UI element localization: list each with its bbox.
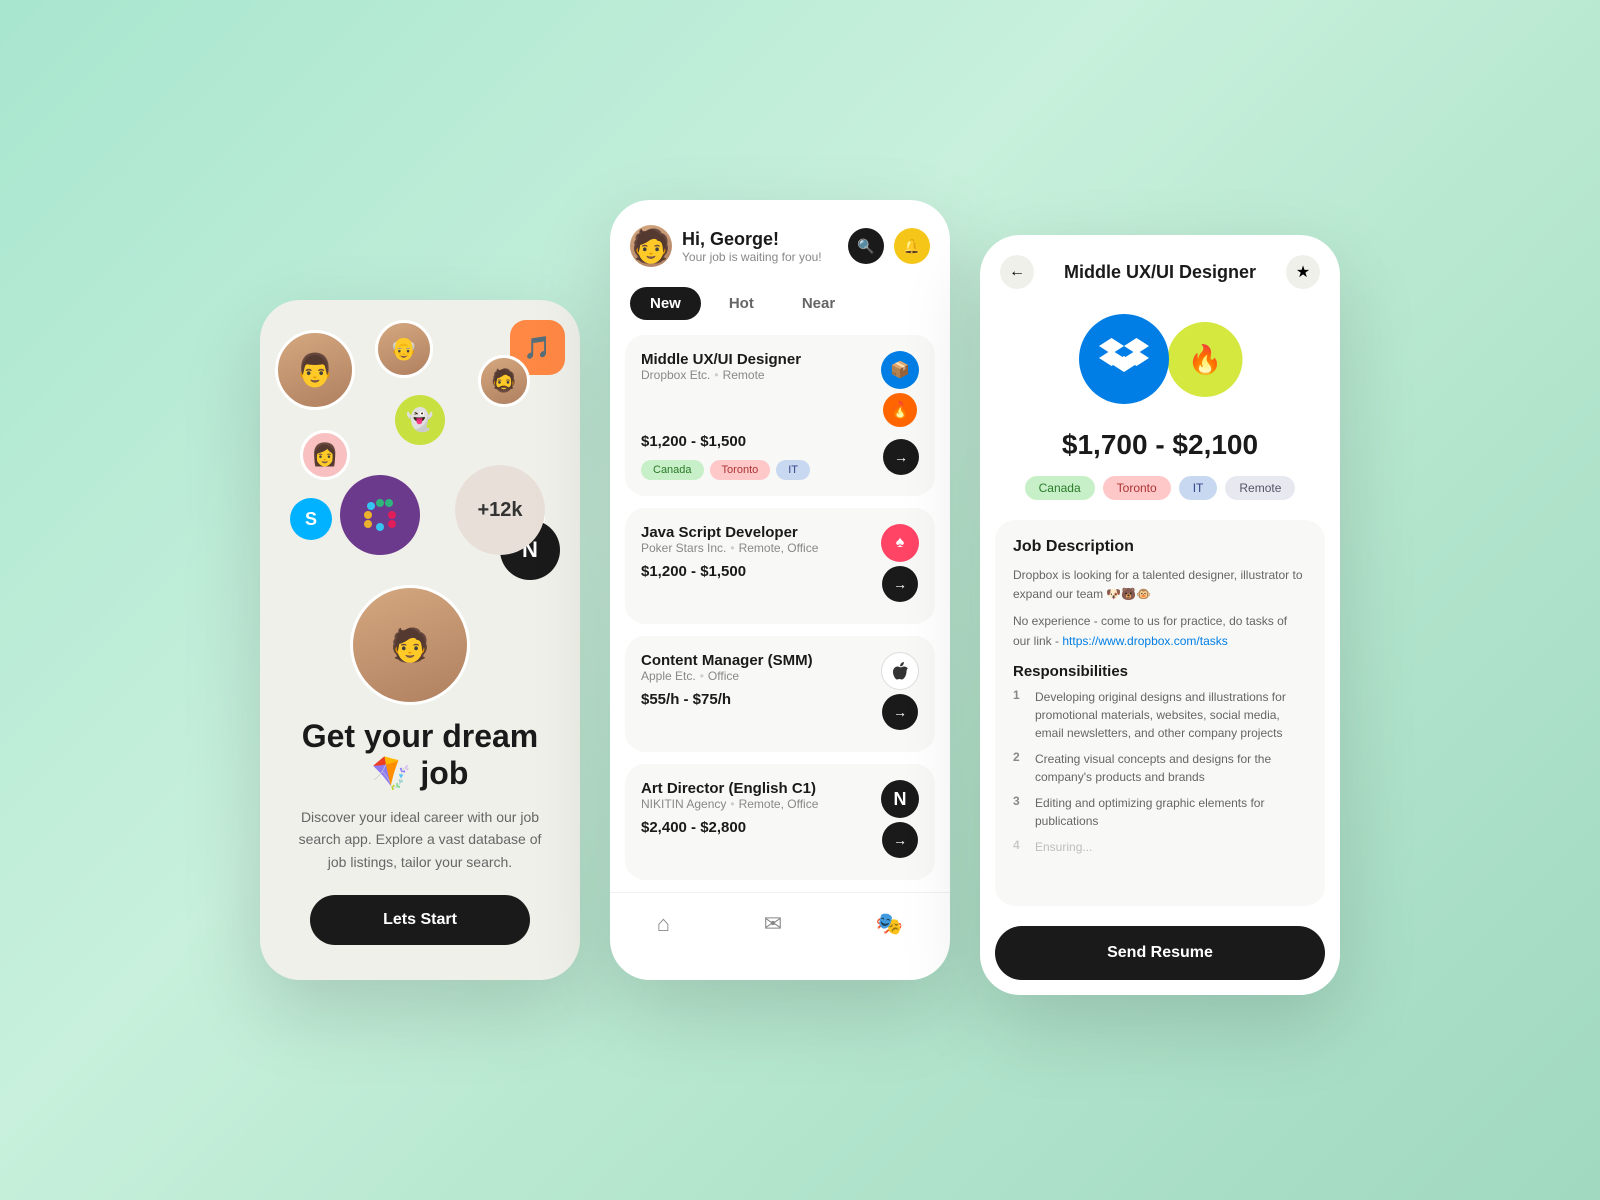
job-card-1[interactable]: Middle UX/UI Designer Dropbox Etc. • Rem… <box>625 335 935 496</box>
skype-icon: S <box>290 498 332 540</box>
job-meta-2: Poker Stars Inc. • Remote, Office <box>641 541 881 555</box>
nikitin-logo: N <box>881 780 919 818</box>
user-avatar: 🧑 <box>630 225 672 267</box>
fire-logo: 🔥 <box>883 393 917 427</box>
dropbox-link[interactable]: https://www.dropbox.com/tasks <box>1062 634 1227 648</box>
detail-tag-canada: Canada <box>1025 476 1095 500</box>
detail-tags: Canada Toronto IT Remote <box>980 476 1340 520</box>
slack-icon <box>340 475 420 555</box>
nav-home[interactable]: ⌂ <box>657 911 670 937</box>
tagline-text: Your job is waiting for you! <box>682 250 822 264</box>
detail-tag-remote: Remote <box>1225 476 1295 500</box>
user-count: +12k <box>455 465 545 555</box>
job-card-3[interactable]: Content Manager (SMM) Apple Etc. • Offic… <box>625 636 935 752</box>
detail-tag-it: IT <box>1179 476 1218 500</box>
job-salary-4: $2,400 - $2,800 <box>641 819 881 836</box>
job-arrow-2[interactable]: → <box>882 566 918 602</box>
description-text-2: No experience - come to us for practice,… <box>1013 612 1307 650</box>
company-logos: 🔥 <box>980 299 1340 419</box>
job-list: Middle UX/UI Designer Dropbox Etc. • Rem… <box>610 335 950 880</box>
responsibilities-title: Responsibilities <box>1013 663 1307 680</box>
nav-profile[interactable]: 🎭 <box>876 911 903 937</box>
job-arrow-3[interactable]: → <box>882 694 918 730</box>
job-arrow-1[interactable]: → <box>883 439 919 475</box>
tag-it: IT <box>776 460 810 480</box>
avatar-3: 🧔 <box>478 355 530 407</box>
avatar-1: 👨 <box>275 330 355 410</box>
tag-canada: Canada <box>641 460 704 480</box>
job-meta-4: NIKITIN Agency • Remote, Office <box>641 797 881 811</box>
start-button[interactable]: Lets Start <box>310 895 530 945</box>
job-salary-3: $55/h - $75/h <box>641 691 881 708</box>
hero-subtitle: Discover your ideal career with our job … <box>290 806 550 873</box>
job-arrow-4[interactable]: → <box>882 822 918 858</box>
resp-item-4: 4 Ensuring... <box>1013 838 1307 856</box>
job-card-4[interactable]: Art Director (English C1) NIKITIN Agency… <box>625 764 935 880</box>
description-title: Job Description <box>1013 538 1307 556</box>
filter-new[interactable]: New <box>630 287 701 320</box>
detail-tag-toronto: Toronto <box>1103 476 1171 500</box>
greeting-text: Hi, George! <box>682 229 822 250</box>
description-text-1: Dropbox is looking for a talented design… <box>1013 566 1307 604</box>
detail-job-title: Middle UX/UI Designer <box>1034 262 1286 283</box>
dropbox-logo-main <box>1079 314 1169 404</box>
job-list-phone: 🧑 Hi, George! Your job is waiting for yo… <box>610 200 950 980</box>
avatar-main: 🧑 <box>350 585 470 705</box>
job-title-3: Content Manager (SMM) <box>641 652 881 669</box>
fire-logo-secondary: 🔥 <box>1168 322 1243 397</box>
resp-item-3: 3 Editing and optimizing graphic element… <box>1013 794 1307 830</box>
hero-title: Get your dream 🪁 job <box>290 718 550 792</box>
send-resume-button[interactable]: Send Resume <box>995 926 1325 980</box>
search-button[interactable]: 🔍 <box>848 228 884 264</box>
nav-messages[interactable]: ✉ <box>764 911 782 937</box>
snapchat-icon: 👻 <box>395 395 445 445</box>
apple-logo <box>881 652 919 690</box>
bottom-nav: ⌂ ✉ 🎭 <box>610 892 950 952</box>
onboarding-phone: 🎵 👨 👴 🧔 👻 👩 <box>260 300 580 980</box>
avatar-2: 👴 <box>375 320 433 378</box>
job-meta-1: Dropbox Etc. • Remote <box>641 368 801 382</box>
job-meta-3: Apple Etc. • Office <box>641 669 881 683</box>
detail-salary: $1,700 - $2,100 <box>980 419 1340 476</box>
resp-item-2: 2 Creating visual concepts and designs f… <box>1013 750 1307 786</box>
back-button[interactable]: ← <box>1000 255 1034 289</box>
job-detail-phone: ← Middle UX/UI Designer ★ 🔥 $1,700 - $2,… <box>980 235 1340 995</box>
job-salary-1: $1,200 - $1,500 <box>641 433 810 450</box>
poker-logo: ♠ <box>881 524 919 562</box>
job-card-2[interactable]: Java Script Developer Poker Stars Inc. •… <box>625 508 935 624</box>
notification-button[interactable]: 🔔 <box>894 228 930 264</box>
job-title-1: Middle UX/UI Designer <box>641 351 801 368</box>
job-title-2: Java Script Developer <box>641 524 881 541</box>
dropbox-logo: 📦 <box>881 351 919 389</box>
resp-item-1: 1 Developing original designs and illust… <box>1013 688 1307 742</box>
filter-tabs: New Hot Near <box>610 282 950 335</box>
filter-hot[interactable]: Hot <box>709 287 774 320</box>
avatar-4: 👩 <box>300 430 350 480</box>
job-salary-2: $1,200 - $1,500 <box>641 563 881 580</box>
filter-near[interactable]: Near <box>782 287 855 320</box>
tag-toronto: Toronto <box>710 460 771 480</box>
favorite-button[interactable]: ★ <box>1286 255 1320 289</box>
job-title-4: Art Director (English C1) <box>641 780 881 797</box>
